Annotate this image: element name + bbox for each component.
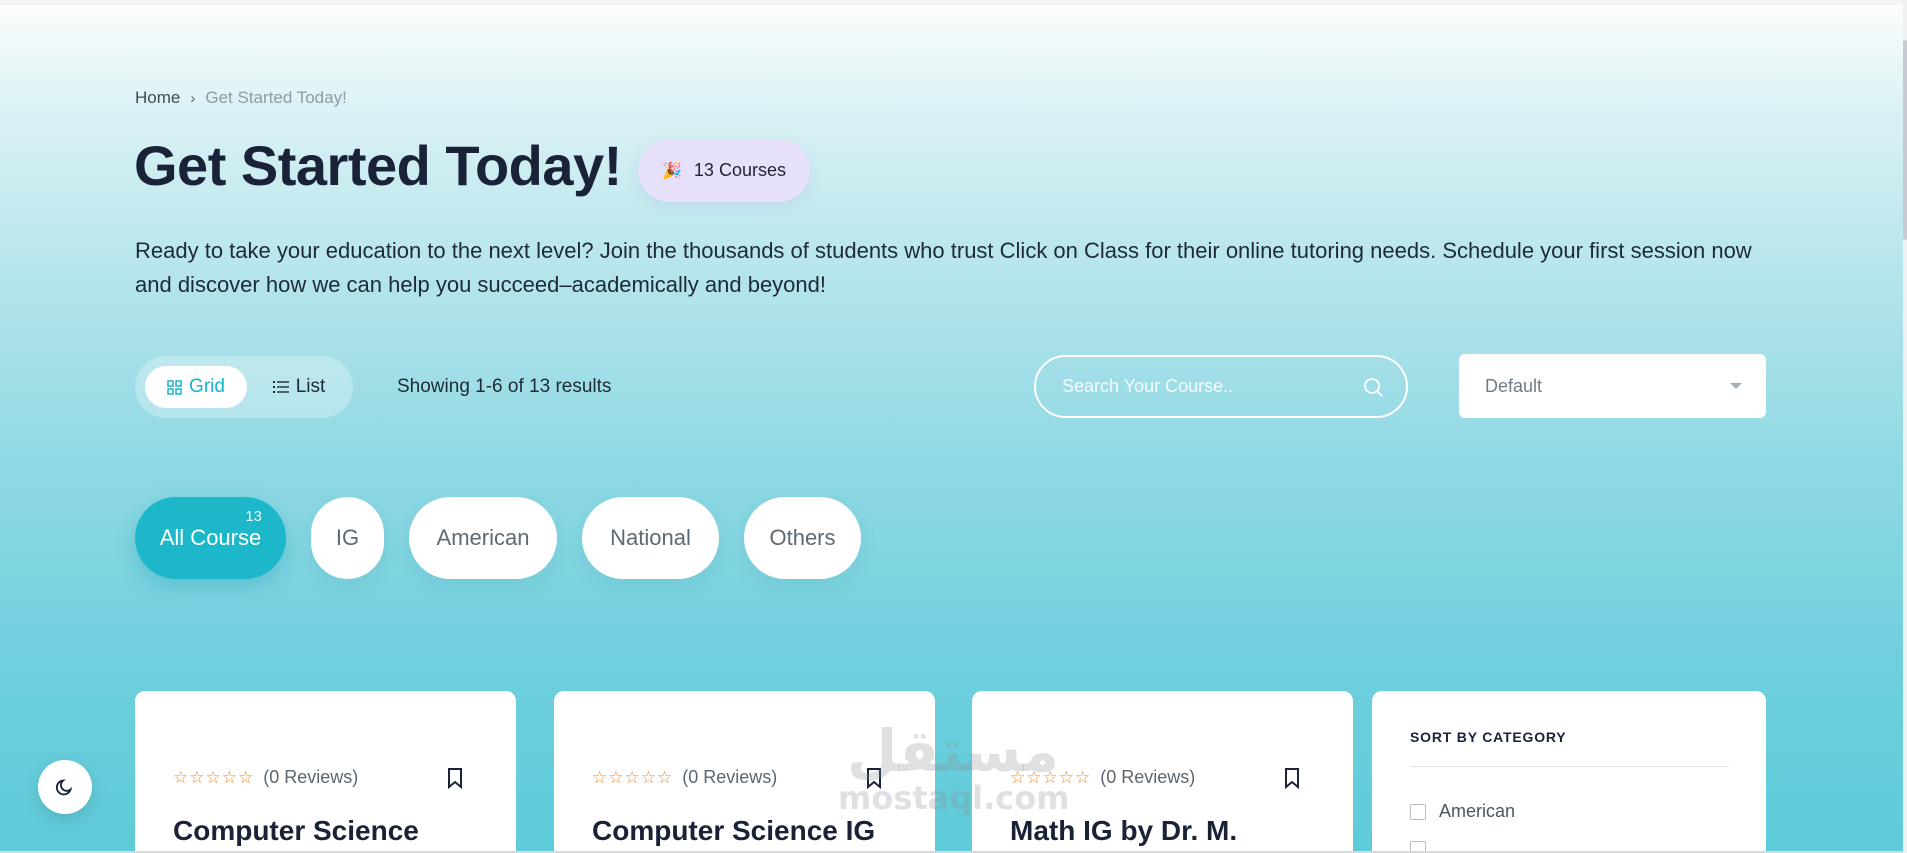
course-title[interactable]: Math IG by Dr. M. <box>1010 815 1237 847</box>
filter-others[interactable]: Others <box>744 497 861 579</box>
star-outline-icon: ☆ <box>189 768 205 787</box>
divider <box>1410 766 1729 767</box>
breadcrumb-home-link[interactable]: Home <box>135 88 180 108</box>
course-count-label: 13 Courses <box>693 160 786 180</box>
course-count-badge: 🎉 13 Courses <box>638 139 810 202</box>
star-outline-icon: ☆ <box>1075 768 1091 787</box>
results-count: Showing 1-6 of 13 results <box>397 376 612 397</box>
list-icon <box>272 381 289 393</box>
star-outline-icon: ☆ <box>1026 768 1042 787</box>
chevron-right-icon: › <box>190 89 196 107</box>
bookmark-icon[interactable] <box>446 767 464 789</box>
course-card[interactable]: ☆ ☆ ☆ ☆ ☆ (0 Reviews) Computer Science <box>135 691 516 853</box>
filter-american[interactable]: American <box>409 497 557 579</box>
moon-icon <box>55 779 73 796</box>
grid-icon <box>167 379 182 395</box>
star-outline-icon: ☆ <box>238 768 254 787</box>
filter-label: National <box>610 525 691 550</box>
list-view-button[interactable]: List <box>263 366 335 408</box>
breadcrumb: Home › Get Started Today! <box>135 88 347 108</box>
course-card[interactable]: ☆ ☆ ☆ ☆ ☆ (0 Reviews) Computer Science I… <box>554 691 935 853</box>
course-search <box>1034 355 1408 418</box>
course-card[interactable]: ☆ ☆ ☆ ☆ ☆ (0 Reviews) Math IG by Dr. M. <box>972 691 1353 853</box>
dark-mode-toggle[interactable] <box>38 760 92 814</box>
category-sidebar: SORT BY CATEGORY American <box>1372 691 1766 853</box>
course-rating: ☆ ☆ ☆ ☆ ☆ (0 Reviews) <box>592 767 777 788</box>
sort-select-value: Default <box>1485 375 1543 396</box>
course-title[interactable]: Computer Science <box>173 815 419 847</box>
star-outline-icon: ☆ <box>592 768 608 787</box>
grid-view-label: Grid <box>189 376 225 397</box>
course-rating: ☆ ☆ ☆ ☆ ☆ (0 Reviews) <box>173 767 358 788</box>
star-outline-icon: ☆ <box>657 768 673 787</box>
breadcrumb-current: Get Started Today! <box>205 88 347 107</box>
grid-view-button[interactable]: Grid <box>145 366 247 408</box>
list-view-label: List <box>295 376 326 397</box>
view-toggle: Grid List <box>135 356 353 418</box>
star-outline-icon: ☆ <box>1058 768 1074 787</box>
star-outline-icon: ☆ <box>608 768 624 787</box>
filter-label: American <box>436 525 530 550</box>
star-outline-icon: ☆ <box>1010 768 1026 787</box>
checkbox[interactable] <box>1410 803 1426 820</box>
page-title: Get Started Today! <box>134 134 622 197</box>
course-reviews: (0 Reviews) <box>682 767 778 787</box>
filter-label: IG <box>335 525 360 550</box>
star-outline-icon: ☆ <box>1042 768 1058 787</box>
filter-label: All Course <box>159 525 262 550</box>
category-option-label: American <box>1439 801 1516 821</box>
party-popper-icon: 🎉 <box>662 162 682 180</box>
filter-count: 13 <box>245 508 262 525</box>
caret-down-icon <box>1730 383 1742 389</box>
page-scrollbar[interactable] <box>1903 0 1907 853</box>
star-outline-icon: ☆ <box>205 768 221 787</box>
filter-label: Others <box>769 525 836 550</box>
sidebar-title: SORT BY CATEGORY <box>1410 729 1567 745</box>
search-icon[interactable] <box>1362 376 1384 398</box>
page-description: Ready to take your education to the next… <box>135 238 1752 297</box>
bookmark-icon[interactable] <box>865 767 883 789</box>
star-outline-icon: ☆ <box>173 768 189 787</box>
scrollbar-thumb[interactable] <box>1903 40 1907 240</box>
star-outline-icon: ☆ <box>624 768 640 787</box>
course-rating: ☆ ☆ ☆ ☆ ☆ (0 Reviews) <box>1010 767 1195 788</box>
filter-ig[interactable]: IG <box>311 497 384 579</box>
category-option-american[interactable]: American <box>1410 801 1515 822</box>
star-outline-icon: ☆ <box>221 768 237 787</box>
course-reviews: (0 Reviews) <box>263 767 359 787</box>
course-reviews: (0 Reviews) <box>1100 767 1196 787</box>
bookmark-icon[interactable] <box>1283 767 1301 789</box>
filter-all-course[interactable]: All Course 13 <box>135 497 286 579</box>
search-input[interactable] <box>1062 376 1362 397</box>
filter-national[interactable]: National <box>582 497 719 579</box>
course-title[interactable]: Computer Science IG <box>592 815 875 847</box>
sort-select[interactable]: Default <box>1459 354 1766 418</box>
star-outline-icon: ☆ <box>640 768 656 787</box>
